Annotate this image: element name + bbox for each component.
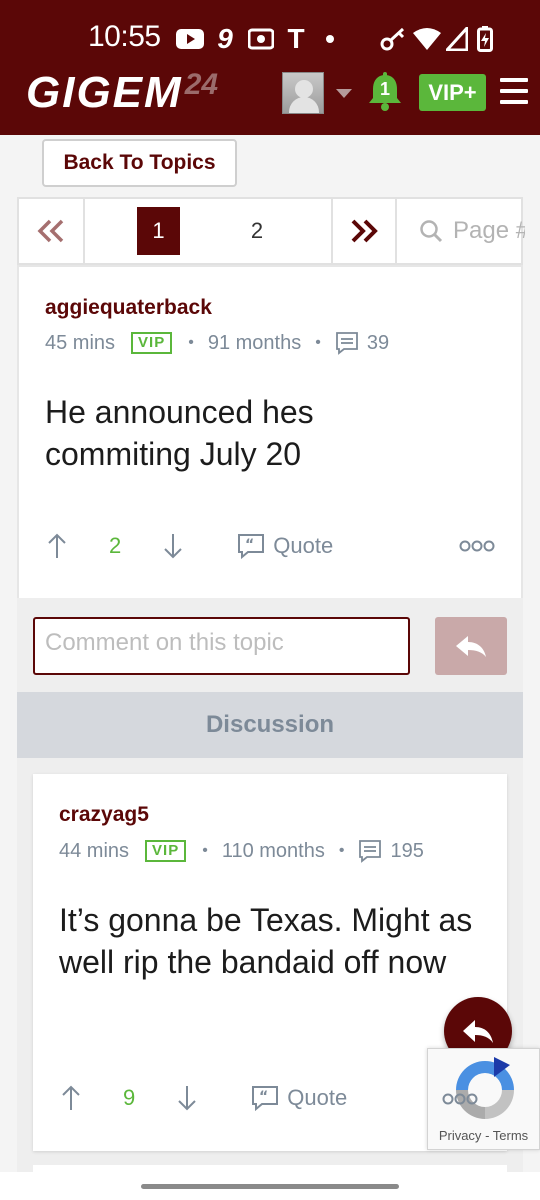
dot-icon (324, 26, 336, 52)
double-chevron-left-icon (37, 219, 64, 243)
post-count: 195 (390, 839, 424, 862)
recaptcha-terms-link[interactable]: Terms (493, 1128, 528, 1143)
reply-icon (456, 636, 486, 657)
page-1-button[interactable]: 1 (137, 207, 180, 255)
chevron-down-icon[interactable] (336, 89, 352, 98)
wifi-icon (412, 26, 442, 52)
svg-text:“: “ (259, 1089, 268, 1105)
notification-bell[interactable]: 1 (366, 72, 404, 112)
site-logo[interactable]: GIGEM24 (26, 68, 218, 118)
submit-comment-button[interactable] (435, 617, 507, 675)
vip-badge: VIP (131, 332, 173, 354)
quote-icon: “ (238, 534, 265, 559)
post-body: He announced hes commiting July 20 (45, 394, 314, 472)
vote-count: 9 (123, 1085, 136, 1110)
back-to-topics-button[interactable]: Back To Topics (42, 139, 237, 187)
key-icon (380, 26, 406, 52)
double-chevron-right-icon (351, 219, 378, 243)
app-header: 10:55 9 T GIGEM24 1 VIP+ (0, 0, 540, 135)
comment-input[interactable]: Comment on this topic (33, 617, 410, 675)
post-time: 44 mins (59, 839, 130, 862)
svg-text:“: “ (245, 537, 254, 553)
post-actions: 2 “ Quote (47, 533, 333, 559)
quote-button[interactable]: “ Quote (251, 1085, 347, 1111)
upvote-arrow-icon[interactable] (47, 533, 67, 559)
search-icon (420, 220, 443, 243)
topic-post: aggiequaterback 45 mins VIP • 91 months … (17, 265, 523, 600)
post-author[interactable]: aggiequaterback (45, 296, 212, 320)
post-tenure: 110 months (221, 839, 325, 862)
reply-icon (463, 1020, 493, 1043)
discussion-heading: Discussion (17, 692, 523, 758)
recaptcha-badge[interactable]: Privacy - Terms (427, 1048, 540, 1150)
post-count: 39 (366, 331, 390, 354)
post-body: It’s gonna be Texas. Might as well rip t… (59, 902, 473, 980)
post-meta: 44 mins VIP • 110 months • 195 (59, 839, 424, 863)
gesture-nav-bar (0, 1172, 540, 1200)
status-bar: 10:55 9 T (0, 14, 540, 58)
youtube-icon (175, 26, 205, 52)
post-author[interactable]: crazyag5 (59, 803, 149, 827)
comments-icon (335, 332, 358, 355)
pagination: 1 2 Page # (17, 197, 525, 265)
recaptcha-separator: - (485, 1128, 490, 1143)
vip-badge: VIP (145, 840, 187, 862)
post-meta: 45 mins VIP • 91 months • 39 (45, 331, 390, 355)
recaptcha-logo-icon (456, 1057, 514, 1119)
next-page-button[interactable] (331, 199, 397, 263)
comments-icon (359, 840, 382, 863)
more-options-icon[interactable] (442, 1093, 478, 1105)
avatar[interactable] (282, 72, 324, 114)
signal-icon (446, 26, 468, 52)
prev-page-button[interactable] (19, 199, 85, 263)
radio-icon (247, 26, 275, 52)
hamburger-menu-icon[interactable] (500, 78, 528, 104)
quote-button[interactable]: “ Quote (237, 533, 333, 559)
page-2-button[interactable]: 2 (237, 207, 277, 255)
page-search-placeholder: Page # (453, 217, 525, 244)
post-time: 45 mins (45, 331, 116, 354)
battery-icon (476, 26, 494, 52)
post-actions: 9 “ Quote (61, 1085, 347, 1111)
downvote-arrow-icon[interactable] (177, 1085, 197, 1111)
downvote-arrow-icon[interactable] (163, 533, 183, 559)
status-time: 10:55 (88, 20, 161, 53)
more-options-icon[interactable] (459, 539, 495, 557)
home-handle[interactable] (141, 1184, 399, 1189)
page-search-input[interactable]: Page # (409, 199, 525, 263)
t-mobile-icon: T (287, 23, 305, 54)
upvote-arrow-icon[interactable] (61, 1085, 81, 1111)
post-tenure: 91 months (207, 331, 302, 354)
quote-icon: “ (252, 1086, 279, 1111)
vip-plus-button[interactable]: VIP+ (419, 74, 486, 111)
vote-count: 2 (109, 533, 122, 558)
nine-icon: 9 (217, 23, 233, 54)
notification-count: 1 (379, 79, 390, 99)
recaptcha-links: Privacy - Terms (428, 1128, 539, 1143)
comment-bar: Comment on this topic (17, 598, 523, 692)
recaptcha-privacy-link[interactable]: Privacy (439, 1128, 482, 1143)
